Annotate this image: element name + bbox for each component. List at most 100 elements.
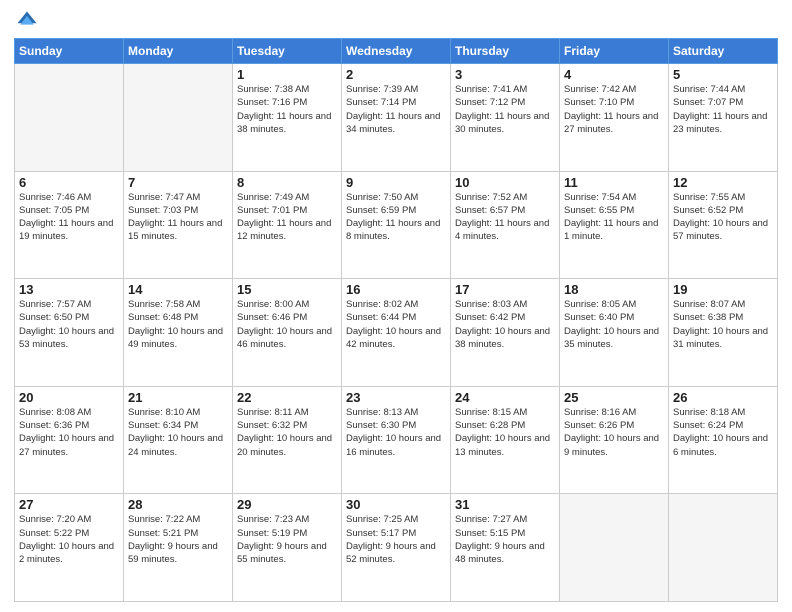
logo <box>14 10 40 32</box>
calendar-cell: 22Sunrise: 8:11 AM Sunset: 6:32 PM Dayli… <box>233 386 342 494</box>
calendar-cell: 28Sunrise: 7:22 AM Sunset: 5:21 PM Dayli… <box>124 494 233 602</box>
day-info: Sunrise: 7:41 AM Sunset: 7:12 PM Dayligh… <box>455 83 555 136</box>
day-info: Sunrise: 7:54 AM Sunset: 6:55 PM Dayligh… <box>564 191 664 244</box>
calendar: SundayMondayTuesdayWednesdayThursdayFrid… <box>14 38 778 602</box>
day-number: 26 <box>673 390 773 405</box>
day-info: Sunrise: 8:07 AM Sunset: 6:38 PM Dayligh… <box>673 298 773 351</box>
calendar-cell: 14Sunrise: 7:58 AM Sunset: 6:48 PM Dayli… <box>124 279 233 387</box>
day-info: Sunrise: 7:22 AM Sunset: 5:21 PM Dayligh… <box>128 513 228 566</box>
day-number: 28 <box>128 497 228 512</box>
calendar-cell: 31Sunrise: 7:27 AM Sunset: 5:15 PM Dayli… <box>451 494 560 602</box>
day-number: 17 <box>455 282 555 297</box>
calendar-cell: 25Sunrise: 8:16 AM Sunset: 6:26 PM Dayli… <box>560 386 669 494</box>
day-info: Sunrise: 8:15 AM Sunset: 6:28 PM Dayligh… <box>455 406 555 459</box>
calendar-cell: 23Sunrise: 8:13 AM Sunset: 6:30 PM Dayli… <box>342 386 451 494</box>
calendar-cell: 27Sunrise: 7:20 AM Sunset: 5:22 PM Dayli… <box>15 494 124 602</box>
day-number: 2 <box>346 67 446 82</box>
day-number: 23 <box>346 390 446 405</box>
calendar-cell: 6Sunrise: 7:46 AM Sunset: 7:05 PM Daylig… <box>15 171 124 279</box>
day-info: Sunrise: 7:55 AM Sunset: 6:52 PM Dayligh… <box>673 191 773 244</box>
week-row-4: 20Sunrise: 8:08 AM Sunset: 6:36 PM Dayli… <box>15 386 778 494</box>
day-info: Sunrise: 7:52 AM Sunset: 6:57 PM Dayligh… <box>455 191 555 244</box>
calendar-cell: 18Sunrise: 8:05 AM Sunset: 6:40 PM Dayli… <box>560 279 669 387</box>
weekday-header-saturday: Saturday <box>669 39 778 64</box>
calendar-cell: 8Sunrise: 7:49 AM Sunset: 7:01 PM Daylig… <box>233 171 342 279</box>
day-info: Sunrise: 8:00 AM Sunset: 6:46 PM Dayligh… <box>237 298 337 351</box>
calendar-cell: 4Sunrise: 7:42 AM Sunset: 7:10 PM Daylig… <box>560 64 669 172</box>
day-info: Sunrise: 8:10 AM Sunset: 6:34 PM Dayligh… <box>128 406 228 459</box>
calendar-cell: 9Sunrise: 7:50 AM Sunset: 6:59 PM Daylig… <box>342 171 451 279</box>
day-number: 9 <box>346 175 446 190</box>
day-number: 25 <box>564 390 664 405</box>
week-row-5: 27Sunrise: 7:20 AM Sunset: 5:22 PM Dayli… <box>15 494 778 602</box>
day-info: Sunrise: 8:16 AM Sunset: 6:26 PM Dayligh… <box>564 406 664 459</box>
day-info: Sunrise: 7:57 AM Sunset: 6:50 PM Dayligh… <box>19 298 119 351</box>
weekday-header-thursday: Thursday <box>451 39 560 64</box>
calendar-cell: 11Sunrise: 7:54 AM Sunset: 6:55 PM Dayli… <box>560 171 669 279</box>
day-number: 16 <box>346 282 446 297</box>
weekday-header-wednesday: Wednesday <box>342 39 451 64</box>
calendar-cell: 16Sunrise: 8:02 AM Sunset: 6:44 PM Dayli… <box>342 279 451 387</box>
day-number: 3 <box>455 67 555 82</box>
day-info: Sunrise: 7:50 AM Sunset: 6:59 PM Dayligh… <box>346 191 446 244</box>
week-row-2: 6Sunrise: 7:46 AM Sunset: 7:05 PM Daylig… <box>15 171 778 279</box>
day-number: 4 <box>564 67 664 82</box>
day-number: 10 <box>455 175 555 190</box>
day-info: Sunrise: 8:08 AM Sunset: 6:36 PM Dayligh… <box>19 406 119 459</box>
weekday-header-tuesday: Tuesday <box>233 39 342 64</box>
day-info: Sunrise: 7:44 AM Sunset: 7:07 PM Dayligh… <box>673 83 773 136</box>
calendar-cell: 17Sunrise: 8:03 AM Sunset: 6:42 PM Dayli… <box>451 279 560 387</box>
calendar-cell: 5Sunrise: 7:44 AM Sunset: 7:07 PM Daylig… <box>669 64 778 172</box>
header <box>14 10 778 32</box>
day-number: 14 <box>128 282 228 297</box>
calendar-cell: 19Sunrise: 8:07 AM Sunset: 6:38 PM Dayli… <box>669 279 778 387</box>
day-number: 29 <box>237 497 337 512</box>
week-row-3: 13Sunrise: 7:57 AM Sunset: 6:50 PM Dayli… <box>15 279 778 387</box>
day-number: 11 <box>564 175 664 190</box>
day-info: Sunrise: 7:20 AM Sunset: 5:22 PM Dayligh… <box>19 513 119 566</box>
day-info: Sunrise: 8:11 AM Sunset: 6:32 PM Dayligh… <box>237 406 337 459</box>
day-info: Sunrise: 7:38 AM Sunset: 7:16 PM Dayligh… <box>237 83 337 136</box>
day-info: Sunrise: 8:03 AM Sunset: 6:42 PM Dayligh… <box>455 298 555 351</box>
day-number: 19 <box>673 282 773 297</box>
calendar-cell: 21Sunrise: 8:10 AM Sunset: 6:34 PM Dayli… <box>124 386 233 494</box>
calendar-cell: 24Sunrise: 8:15 AM Sunset: 6:28 PM Dayli… <box>451 386 560 494</box>
calendar-cell <box>15 64 124 172</box>
calendar-cell <box>124 64 233 172</box>
calendar-cell: 3Sunrise: 7:41 AM Sunset: 7:12 PM Daylig… <box>451 64 560 172</box>
day-info: Sunrise: 7:27 AM Sunset: 5:15 PM Dayligh… <box>455 513 555 566</box>
day-info: Sunrise: 7:25 AM Sunset: 5:17 PM Dayligh… <box>346 513 446 566</box>
day-number: 15 <box>237 282 337 297</box>
day-info: Sunrise: 7:47 AM Sunset: 7:03 PM Dayligh… <box>128 191 228 244</box>
day-number: 21 <box>128 390 228 405</box>
weekday-header-sunday: Sunday <box>15 39 124 64</box>
day-info: Sunrise: 7:42 AM Sunset: 7:10 PM Dayligh… <box>564 83 664 136</box>
day-number: 7 <box>128 175 228 190</box>
page: SundayMondayTuesdayWednesdayThursdayFrid… <box>0 0 792 612</box>
day-info: Sunrise: 7:39 AM Sunset: 7:14 PM Dayligh… <box>346 83 446 136</box>
calendar-cell: 29Sunrise: 7:23 AM Sunset: 5:19 PM Dayli… <box>233 494 342 602</box>
calendar-cell <box>560 494 669 602</box>
week-row-1: 1Sunrise: 7:38 AM Sunset: 7:16 PM Daylig… <box>15 64 778 172</box>
calendar-cell: 13Sunrise: 7:57 AM Sunset: 6:50 PM Dayli… <box>15 279 124 387</box>
day-info: Sunrise: 7:49 AM Sunset: 7:01 PM Dayligh… <box>237 191 337 244</box>
day-info: Sunrise: 8:05 AM Sunset: 6:40 PM Dayligh… <box>564 298 664 351</box>
day-info: Sunrise: 8:18 AM Sunset: 6:24 PM Dayligh… <box>673 406 773 459</box>
weekday-header-monday: Monday <box>124 39 233 64</box>
calendar-cell: 7Sunrise: 7:47 AM Sunset: 7:03 PM Daylig… <box>124 171 233 279</box>
day-number: 20 <box>19 390 119 405</box>
calendar-cell: 20Sunrise: 8:08 AM Sunset: 6:36 PM Dayli… <box>15 386 124 494</box>
day-number: 31 <box>455 497 555 512</box>
day-number: 22 <box>237 390 337 405</box>
calendar-cell: 2Sunrise: 7:39 AM Sunset: 7:14 PM Daylig… <box>342 64 451 172</box>
calendar-cell: 15Sunrise: 8:00 AM Sunset: 6:46 PM Dayli… <box>233 279 342 387</box>
day-info: Sunrise: 7:23 AM Sunset: 5:19 PM Dayligh… <box>237 513 337 566</box>
calendar-cell: 30Sunrise: 7:25 AM Sunset: 5:17 PM Dayli… <box>342 494 451 602</box>
calendar-cell: 10Sunrise: 7:52 AM Sunset: 6:57 PM Dayli… <box>451 171 560 279</box>
day-number: 6 <box>19 175 119 190</box>
calendar-cell: 12Sunrise: 7:55 AM Sunset: 6:52 PM Dayli… <box>669 171 778 279</box>
weekday-header-friday: Friday <box>560 39 669 64</box>
weekday-header-row: SundayMondayTuesdayWednesdayThursdayFrid… <box>15 39 778 64</box>
day-info: Sunrise: 8:13 AM Sunset: 6:30 PM Dayligh… <box>346 406 446 459</box>
day-number: 27 <box>19 497 119 512</box>
